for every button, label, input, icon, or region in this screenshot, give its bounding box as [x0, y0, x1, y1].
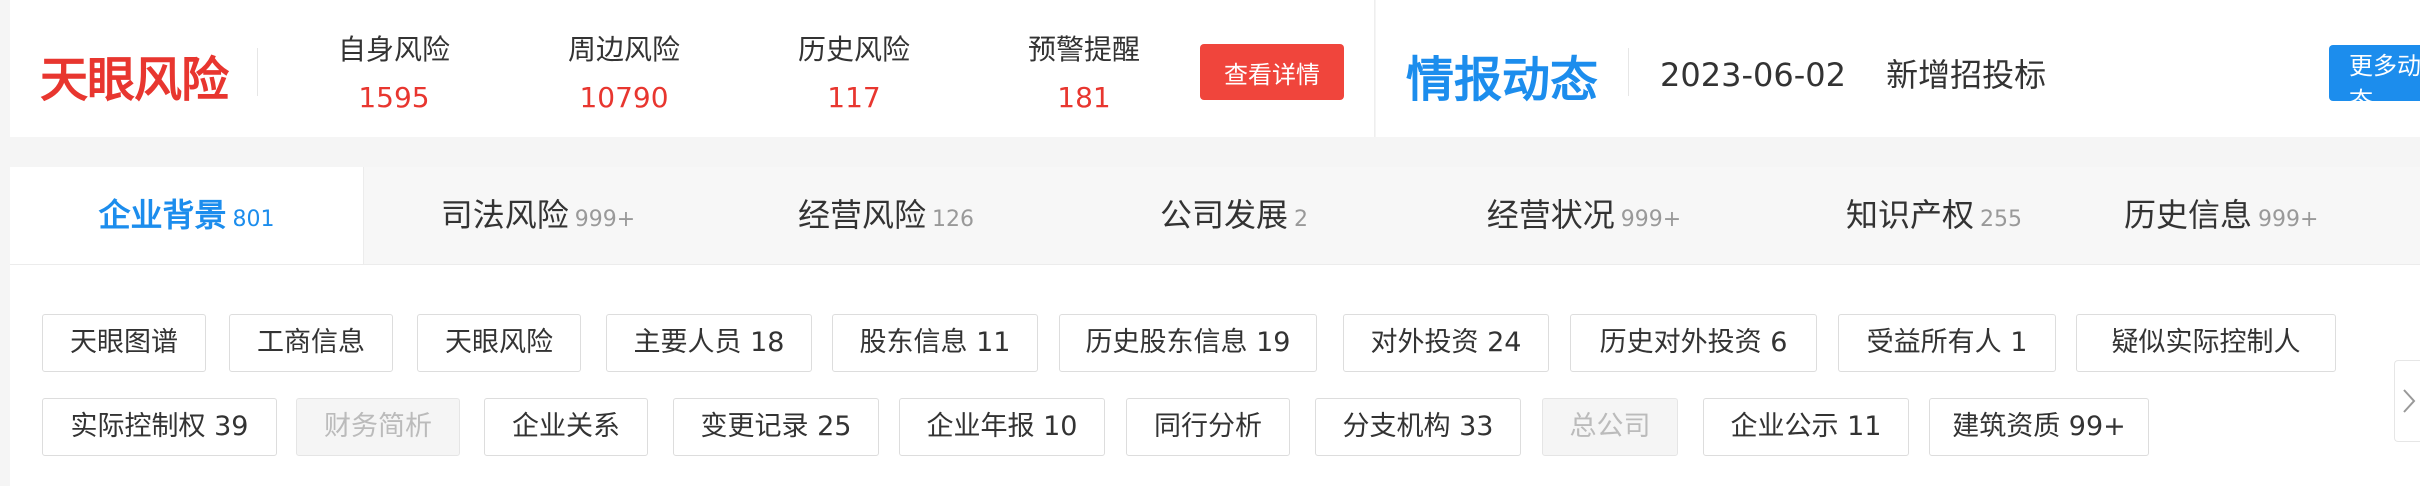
tag-shareholder-info[interactable]: 股东信息 11 — [832, 314, 1038, 372]
tab-operating-status[interactable]: 经营状况 999+ — [1409, 167, 1759, 264]
tag-tianyan-graph[interactable]: 天眼图谱 — [42, 314, 206, 372]
stat-self-risk[interactable]: 自身风险 1595 — [294, 30, 494, 118]
tab-label: 经营风险 — [797, 196, 926, 234]
tag-investment[interactable]: 对外投资 24 — [1343, 314, 1549, 372]
tab-count: 999+ — [1620, 207, 1682, 232]
tab-count: 999+ — [574, 207, 636, 232]
view-details-button[interactable]: 查看详情 — [1200, 44, 1344, 100]
stat-warning[interactable]: 预警提醒 181 — [984, 30, 1184, 118]
stat-history-risk[interactable]: 历史风险 117 — [754, 30, 954, 118]
tag-history-shareholder[interactable]: 历史股东信息 19 — [1059, 314, 1317, 372]
tag-branches[interactable]: 分支机构 33 — [1315, 398, 1521, 456]
tag-annual-report[interactable]: 企业年报 10 — [899, 398, 1105, 456]
tab-company-development[interactable]: 公司发展 2 — [1059, 167, 1409, 264]
more-updates-button[interactable]: 更多动态 — [2329, 45, 2420, 115]
tab-count: 999+ — [2258, 207, 2319, 232]
intel-logo: 情报动态 — [1406, 52, 1599, 108]
tag-key-personnel[interactable]: 主要人员 18 — [606, 314, 812, 372]
stat-surrounding-risk[interactable]: 周边风险 10790 — [524, 30, 724, 118]
company-dimension-panel: 企业背景 801 司法风险 999+ 经营风险 126 公司发展 2 经营状况 999+ … — [10, 167, 2420, 486]
intel-panel: 情报动态 2023-06-02 新增招投标 更多动态 — [1376, 0, 2420, 137]
tab-count: 255 — [1980, 207, 2022, 232]
tab-company-background[interactable]: 企业背景 801 — [10, 167, 364, 264]
tab-count: 801 — [232, 207, 275, 232]
stat-value[interactable]: 117 — [754, 78, 954, 118]
tab-label: 知识产权 — [1845, 196, 1974, 234]
tag-beneficial-owner[interactable]: 受益所有人 1 — [1838, 314, 2056, 372]
tab-operating-risk[interactable]: 经营风险 126 — [713, 167, 1059, 264]
tab-label: 经营状况 — [1486, 196, 1615, 234]
stat-label: 历史风险 — [797, 33, 910, 66]
stat-label: 周边风险 — [567, 33, 680, 66]
stat-label: 预警提醒 — [1027, 33, 1140, 66]
tag-company-disclosure[interactable]: 企业公示 11 — [1703, 398, 1909, 456]
chevron-right-icon — [2403, 389, 2416, 413]
tag-suspected-controller[interactable]: 疑似实际控制人 — [2076, 314, 2336, 372]
tab-judicial-risk[interactable]: 司法风险 999+ — [363, 167, 713, 264]
tab-bar: 企业背景 801 司法风险 999+ 经营风险 126 公司发展 2 经营状况 999+ … — [10, 167, 2420, 265]
tab-count: 126 — [932, 207, 974, 232]
tag-business-info[interactable]: 工商信息 — [229, 314, 393, 372]
tab-label: 公司发展 — [1159, 196, 1288, 234]
tag-peer-analysis[interactable]: 同行分析 — [1126, 398, 1290, 456]
tag-construction-qualification[interactable]: 建筑资质 99+ — [1929, 398, 2149, 456]
tab-label: 企业背景 — [98, 196, 227, 234]
tag-tianyan-risk[interactable]: 天眼风险 — [417, 314, 581, 372]
tag-history-investment[interactable]: 历史对外投资 6 — [1570, 314, 1817, 372]
stat-value[interactable]: 10790 — [524, 78, 724, 118]
tab-label: 历史信息 — [2124, 196, 2253, 234]
stat-value[interactable]: 1595 — [294, 78, 494, 118]
stat-label: 自身风险 — [337, 33, 450, 66]
tab-label: 司法风险 — [440, 196, 569, 234]
scroll-right-button[interactable] — [2394, 360, 2420, 442]
intel-message: 新增招投标 — [1886, 56, 2047, 94]
intel-date: 2023-06-02 — [1660, 56, 1846, 94]
tab-count: 2 — [1294, 207, 1308, 232]
tag-actual-control[interactable]: 实际控制权 39 — [42, 398, 277, 456]
divider — [257, 48, 258, 96]
tab-history-info[interactable]: 历史信息 999+ — [2109, 167, 2420, 264]
stat-value[interactable]: 181 — [984, 78, 1184, 118]
tag-financial-brief: 财务简析 — [296, 398, 460, 456]
tab-intellectual-property[interactable]: 知识产权 255 — [1759, 167, 2109, 264]
tag-head-office: 总公司 — [1542, 398, 1678, 456]
tianyan-risk-logo: 天眼风险 — [40, 52, 229, 108]
tag-company-relations[interactable]: 企业关系 — [484, 398, 648, 456]
divider — [1628, 48, 1629, 96]
tag-change-records[interactable]: 变更记录 25 — [673, 398, 879, 456]
intel-latest[interactable]: 2023-06-02 新增招投标 — [1660, 50, 2076, 96]
risk-panel: 天眼风险 自身风险 1595 周边风险 10790 历史风险 117 预警提醒 … — [10, 0, 1375, 137]
